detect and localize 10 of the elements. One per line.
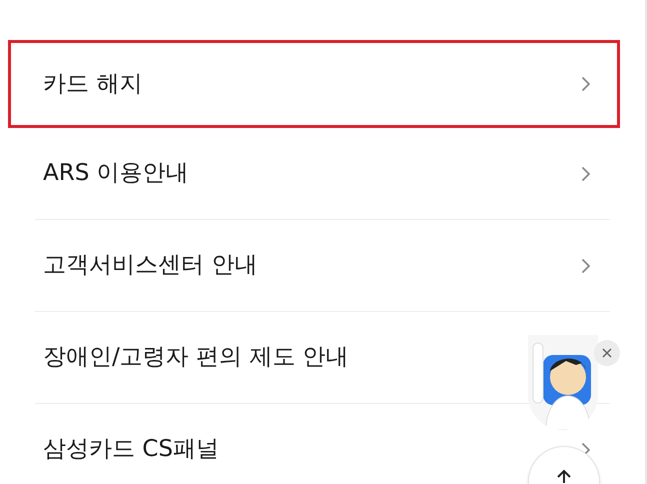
chevron-right-icon	[581, 166, 591, 182]
character-drawing[interactable]	[528, 335, 598, 430]
menu-item[interactable]: ARS 이용안내	[8, 128, 620, 219]
menu-item[interactable]: 카드 해지	[8, 40, 620, 128]
arrow-up-icon	[556, 469, 572, 483]
close-button[interactable]	[594, 340, 620, 366]
menu-item[interactable]: 고객서비스센터 안내	[8, 220, 620, 311]
chevron-right-icon	[581, 76, 591, 92]
chevron-right-icon	[581, 258, 591, 274]
close-icon	[602, 348, 612, 358]
